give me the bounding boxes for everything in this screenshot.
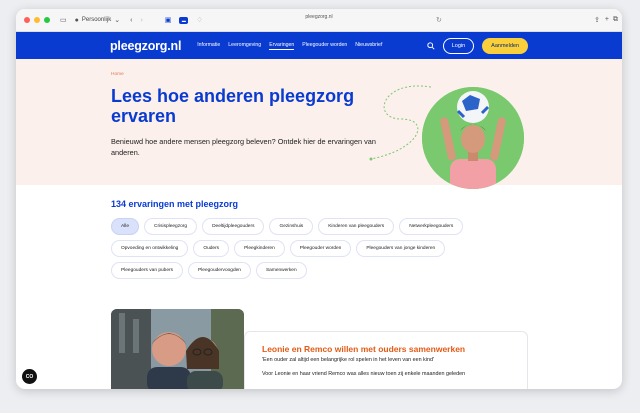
zoom-window-button[interactable] — [44, 17, 50, 23]
chip-ouders[interactable]: Ouders — [193, 240, 230, 257]
chip-pleegouders-van-jonge-kinderen[interactable]: Pleegouders van jonge kinderen — [356, 240, 446, 257]
nav-link-nieuwsbrief[interactable]: Nieuwsbrief — [355, 41, 382, 50]
nav-link-leeromgeving[interactable]: Leeromgeving — [228, 41, 261, 50]
chip-deeltijdpleegouders[interactable]: Deeltijdpleegouders — [202, 218, 265, 235]
signup-button[interactable]: Aanmelden — [482, 38, 528, 54]
site-header: pleegzorg.nl Informatie Leeromgeving Erv… — [16, 32, 622, 59]
nav-link-pleegouder-worden[interactable]: Pleegouder worden — [302, 41, 347, 50]
chip-netwerkpleegouders[interactable]: Netwerkpleegouders — [399, 218, 464, 235]
chip-opvoeding-en-ontwikkeling[interactable]: Opvoeding en ontwikkeling — [111, 240, 189, 257]
browser-window: ▭ ● Persoonlijk ⌄ ‹ › ▣ ▬ ♢ pleegzorg.nl… — [16, 9, 622, 389]
page-title: Lees hoe anderen pleegzorg ervaren — [111, 86, 355, 126]
page-intro: Benieuwd hoe andere mensen pleegzorg bel… — [111, 137, 376, 157]
site-logo[interactable]: pleegzorg.nl — [110, 39, 181, 53]
tab-favicon[interactable]: ▬ — [179, 16, 189, 24]
story-card[interactable]: Leonie en Remco willen met ouders samenw… — [111, 309, 528, 389]
minimize-window-button[interactable] — [34, 17, 40, 23]
story-quote: 'Een ouder zal altijd een belangrijke ro… — [262, 357, 434, 363]
experiences-section: 134 ervaringen met pleegzorg Alle Crisis… — [16, 185, 622, 279]
chip-pleegkinderen[interactable]: Pleegkinderen — [234, 240, 285, 257]
person-icon: ● — [74, 16, 79, 24]
search-icon[interactable] — [427, 42, 435, 50]
window-controls — [24, 17, 50, 23]
tab-overview-icon[interactable]: ⧉ — [613, 16, 618, 24]
reload-icon[interactable]: ↻ — [436, 16, 442, 24]
chip-pleegouders-van-pubers[interactable]: Pleegouders van pubers — [111, 262, 184, 279]
story-excerpt: Voor Leonie en haar vriend Remco was all… — [262, 371, 466, 377]
chip-kinderen-van-pleegouders[interactable]: Kinderen van pleegouders — [318, 218, 395, 235]
sidebar-toggle-icon[interactable]: ▭ — [60, 16, 67, 24]
chevron-down-icon: ⌄ — [114, 17, 121, 24]
address-bar[interactable]: pleegzorg.nl — [305, 14, 332, 20]
chip-pleegoudervoogden[interactable]: Pleegoudervoogden — [188, 262, 251, 279]
story-title[interactable]: Leonie en Remco willen met ouders samenw… — [262, 344, 527, 354]
shield-icon[interactable]: ♢ — [196, 16, 202, 24]
login-button[interactable]: Login — [442, 38, 475, 54]
close-window-button[interactable] — [24, 17, 30, 23]
chip-alle[interactable]: Alle — [111, 218, 139, 235]
profile-label: Persoonlijk — [81, 17, 112, 23]
nav-link-informatie[interactable]: Informatie — [197, 41, 220, 50]
filter-chips: Alle Crisispleegzorg Deeltijdpleegouders… — [111, 218, 491, 279]
hero-section: Home Lees hoe anderen pleegzorg ervaren … — [16, 59, 622, 189]
main-navigation: Informatie Leeromgeving Ervaringen Pleeg… — [197, 41, 382, 50]
story-text-box: Leonie en Remco willen met ouders samenw… — [244, 331, 528, 389]
browser-toolbar: ▭ ● Persoonlijk ⌄ ‹ › ▣ ▬ ♢ pleegzorg.nl… — [16, 9, 622, 32]
breadcrumb-home[interactable]: Home — [111, 72, 622, 77]
forward-icon[interactable]: › — [140, 17, 142, 24]
chip-pleegouder-worden[interactable]: Pleegouder worden — [289, 240, 352, 257]
profile-selector[interactable]: ● Persoonlijk ⌄ — [74, 16, 121, 25]
story-photo — [111, 309, 244, 389]
share-icon[interactable]: ⇪ — [594, 16, 600, 24]
new-tab-icon[interactable]: + — [605, 16, 609, 23]
hero-image-child-with-ball — [422, 87, 524, 189]
chip-crisispleegzorg[interactable]: Crisispleegzorg — [144, 218, 198, 235]
back-icon[interactable]: ‹ — [130, 17, 132, 24]
extension-icon[interactable]: ▣ — [165, 16, 172, 24]
experiences-count-heading: 134 ervaringen met pleegzorg — [111, 199, 239, 209]
header-actions: Login Aanmelden — [427, 38, 528, 54]
nav-link-ervaringen[interactable]: Ervaringen — [269, 41, 295, 50]
chip-gezinshuis[interactable]: Gezinshuis — [269, 218, 314, 235]
cookie-settings-button[interactable]: CO — [22, 369, 37, 384]
chip-samenwerken[interactable]: Samenwerken — [255, 262, 307, 279]
